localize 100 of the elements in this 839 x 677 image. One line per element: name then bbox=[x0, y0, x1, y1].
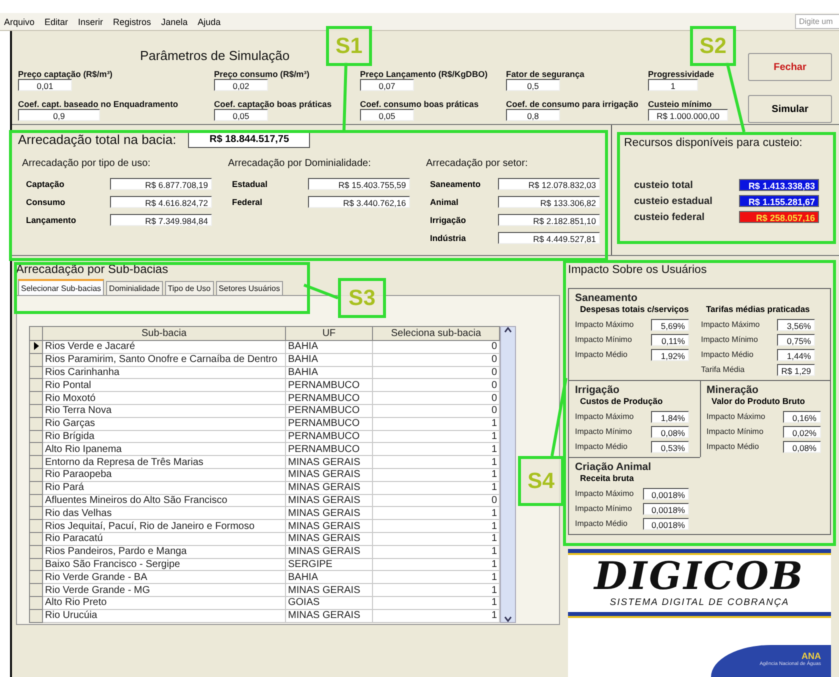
group-title: Tarifas médias praticadas bbox=[706, 304, 811, 314]
table-cell: 1 bbox=[372, 545, 500, 558]
value-field[interactable]: 0,75% bbox=[777, 334, 815, 346]
scroll-down-icon[interactable] bbox=[504, 616, 512, 622]
table-cell: BAHIA bbox=[286, 366, 372, 379]
field-label: Estadual bbox=[232, 179, 268, 189]
table-cell: 1 bbox=[372, 417, 500, 430]
table-cell: PERNAMBUCO bbox=[286, 392, 372, 404]
value-field[interactable]: 0,0018% bbox=[643, 488, 689, 500]
table-cell: MINAS GERAIS bbox=[286, 456, 372, 468]
field-label: Impacto Médio bbox=[575, 442, 628, 451]
table-cell: Rio Verde Grande - MG bbox=[42, 584, 286, 596]
table-cell: MINAS GERAIS bbox=[286, 506, 372, 520]
field-label: Impacto Mínimo bbox=[575, 335, 632, 344]
table-cell: PERNAMBUCO bbox=[286, 378, 372, 392]
table-cell: SERGIPE bbox=[286, 558, 372, 571]
column-header[interactable]: Seleciona sub-bacia bbox=[372, 326, 500, 340]
value-field[interactable]: R$ 2.182.851,10 bbox=[498, 214, 600, 226]
table-cell: Rio Moxotó bbox=[42, 392, 286, 404]
menu-item[interactable]: Registros bbox=[113, 16, 152, 26]
menu-item[interactable]: Inserir bbox=[78, 16, 104, 26]
menu-item[interactable]: Janela bbox=[161, 16, 188, 26]
value-field[interactable]: 1,84% bbox=[651, 410, 689, 422]
value-field[interactable]: R$ 6.877.708,19 bbox=[110, 178, 212, 190]
menu-item[interactable]: Ajuda bbox=[198, 16, 221, 26]
value-field[interactable]: R$ 133.306,82 bbox=[498, 196, 600, 208]
table-cell: 0 bbox=[372, 404, 500, 418]
value-field[interactable]: R$ 7.349.984,84 bbox=[110, 214, 212, 226]
table-cell: 1 bbox=[372, 442, 500, 456]
value-field[interactable]: 0,16% bbox=[782, 410, 820, 422]
value-field[interactable]: 0,0018% bbox=[643, 518, 689, 530]
value-field[interactable]: R$ 4.616.824,72 bbox=[110, 196, 212, 208]
value-field[interactable]: 5,69% bbox=[651, 318, 689, 330]
scroll-up-icon[interactable] bbox=[504, 327, 512, 333]
table-cell: Alto Rio Ipanema bbox=[42, 442, 286, 456]
field-label: Custeio mínimo bbox=[648, 99, 713, 109]
row-pointer-icon bbox=[34, 342, 38, 350]
field-label: Coef. captação boas práticas bbox=[214, 99, 333, 109]
input-field[interactable]: 0,8 bbox=[506, 109, 560, 121]
value-field[interactable]: 0,53% bbox=[651, 440, 689, 452]
tab[interactable]: Tipo de Uso bbox=[164, 281, 214, 295]
input-field[interactable]: 0,05 bbox=[360, 109, 414, 121]
field-label: Impacto Médio bbox=[701, 350, 754, 359]
input-field[interactable]: 0,5 bbox=[506, 79, 560, 91]
table-cell: MINAS GERAIS bbox=[286, 545, 372, 558]
section-title: Arrecadação por Sub-bacias bbox=[16, 262, 170, 276]
field-label: Impacto Máximo bbox=[701, 320, 760, 329]
row-selector[interactable] bbox=[30, 340, 42, 354]
value-field: R$ 1.413.338,83 bbox=[739, 179, 819, 191]
table-cell: MINAS GERAIS bbox=[286, 468, 372, 482]
table-cell: 1 bbox=[372, 609, 500, 622]
menu-item[interactable]: Arquivo bbox=[4, 16, 35, 26]
value-field[interactable]: 0,08% bbox=[651, 426, 689, 438]
column-header[interactable]: Sub-bacia bbox=[42, 326, 286, 340]
input-field[interactable]: 0,9 bbox=[18, 109, 100, 121]
value-field[interactable]: R$ 3.440.762,16 bbox=[308, 196, 410, 208]
table-cell: 1 bbox=[372, 481, 500, 494]
tab[interactable]: Selecionar Sub-bacias bbox=[18, 279, 104, 295]
input-field[interactable]: 0,07 bbox=[360, 79, 414, 91]
field-label: Consumo bbox=[26, 197, 66, 207]
table-cell: MINAS GERAIS bbox=[286, 532, 372, 546]
group-title: Valor do Produto Bruto bbox=[712, 396, 806, 406]
value-field[interactable]: 0,11% bbox=[651, 334, 689, 346]
field-label: custeio federal bbox=[634, 212, 705, 222]
table-cell: Baixo São Francisco - Sergipe bbox=[42, 558, 286, 571]
value-field[interactable]: R$ 15.403.755,59 bbox=[308, 178, 410, 190]
value-field[interactable]: 0,08% bbox=[782, 440, 820, 452]
table-cell: BAHIA bbox=[286, 570, 372, 584]
value-field[interactable]: 0,02% bbox=[782, 426, 820, 438]
value-field[interactable]: 1,92% bbox=[651, 348, 689, 360]
value-field[interactable]: R$ 1,29 bbox=[777, 364, 815, 376]
value-field[interactable]: R$ 12.078.832,03 bbox=[498, 178, 600, 190]
simulate-button[interactable]: Simular bbox=[748, 95, 832, 123]
scrollbar[interactable] bbox=[500, 326, 516, 623]
input-field[interactable]: 0,01 bbox=[18, 79, 72, 91]
group-title: Custos de Produção bbox=[580, 396, 664, 406]
field-label: Captação bbox=[26, 179, 64, 189]
field-label: Impacto Médio bbox=[706, 442, 759, 451]
value-field[interactable]: 1,44% bbox=[777, 348, 815, 360]
close-button[interactable]: Fechar bbox=[748, 53, 832, 81]
value-field[interactable]: 3,56% bbox=[777, 318, 815, 330]
tab[interactable]: Setores Usuários bbox=[216, 281, 283, 295]
input-field[interactable]: R$ 1.000.000,00 bbox=[648, 109, 728, 121]
input-field[interactable]: 1 bbox=[648, 79, 698, 91]
field-label: Coef. consumo boas práticas bbox=[360, 99, 480, 109]
column-header[interactable]: UF bbox=[286, 326, 372, 340]
tab[interactable]: Dominialidade bbox=[106, 281, 163, 295]
value-field[interactable]: R$ 4.449.527,81 bbox=[498, 232, 600, 244]
menu-item[interactable]: Editar bbox=[44, 16, 68, 26]
field-label: Impacto Mínimo bbox=[575, 504, 632, 513]
table-cell: Rio Pará bbox=[42, 481, 286, 494]
field-label: Impacto Mínimo bbox=[706, 427, 764, 436]
callout-label: S1 bbox=[326, 26, 372, 66]
input-field[interactable]: 0,05 bbox=[214, 109, 268, 121]
value-field[interactable]: 0,0018% bbox=[643, 502, 689, 514]
table-cell: 0 bbox=[372, 494, 500, 507]
input-field[interactable]: 0,02 bbox=[214, 79, 268, 91]
help-search-field[interactable]: Digite um bbox=[795, 14, 839, 29]
field-label: Impacto Máximo bbox=[575, 489, 634, 498]
field-label: Impacto Máximo bbox=[706, 412, 766, 421]
